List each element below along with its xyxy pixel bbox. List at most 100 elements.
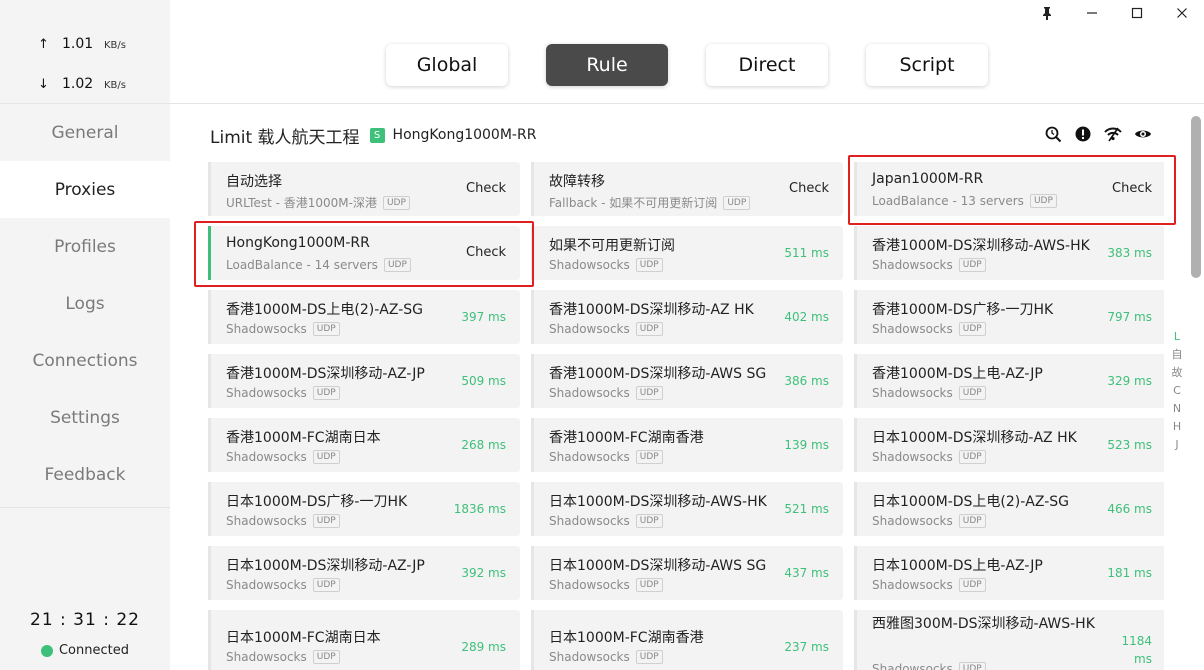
proxy-card[interactable]: 日本1000M-DS广移-一刀HK Shadowsocks UDP 1836 ms [208, 482, 520, 536]
latency-label[interactable]: 383 ms [1107, 246, 1152, 260]
sidebar-item-logs[interactable]: Logs [0, 275, 170, 332]
index-letter[interactable]: 故 [1170, 364, 1184, 382]
proxy-meta: Shadowsocks UDP [872, 662, 986, 670]
proxy-meta: Shadowsocks UDP [549, 258, 663, 272]
maximize-icon[interactable] [1114, 0, 1159, 26]
eye-icon[interactable] [1134, 125, 1152, 143]
proxy-name: 如果不可用更新订阅 [549, 238, 675, 254]
card-indicator [854, 290, 857, 344]
window-controls [1024, 0, 1204, 26]
index-letter[interactable]: H [1170, 418, 1184, 436]
proxy-card[interactable]: 香港1000M-DS深圳移动-AWS-HK Shadowsocks UDP 383… [854, 226, 1164, 280]
proxy-card[interactable]: 日本1000M-DS上电-AZ-JP Shadowsocks UDP 181 ms [854, 546, 1164, 600]
check-button[interactable]: Check [1112, 181, 1152, 196]
download-unit: KB/s [104, 80, 126, 91]
proxy-card[interactable]: 日本1000M-FC湖南日本 Shadowsocks UDP 289 ms [208, 610, 520, 670]
proxy-card[interactable]: 香港1000M-DS深圳移动-AWS SG Shadowsocks UDP 386… [531, 354, 843, 408]
latency-label[interactable]: 386 ms [784, 374, 829, 388]
latency-label[interactable]: 402 ms [784, 310, 829, 324]
latency-label[interactable]: 521 ms [784, 502, 829, 516]
index-letter[interactable]: N [1170, 400, 1184, 418]
sidebar-item-profiles[interactable]: Profiles [0, 218, 170, 275]
latency-label[interactable]: 1836 ms [454, 502, 506, 516]
sidebar-item-feedback[interactable]: Feedback [0, 446, 170, 503]
index-letter[interactable]: 自 [1170, 346, 1184, 364]
latency-label[interactable]: 181 ms [1107, 566, 1152, 580]
proxy-card[interactable]: 西雅图300M-DS深圳移动-AWS-HK Shadowsocks UDP 118… [854, 610, 1164, 670]
alert-icon[interactable] [1074, 125, 1092, 143]
sidebar-item-settings[interactable]: Settings [0, 389, 170, 446]
proxy-card[interactable]: 香港1000M-FC湖南香港 Shadowsocks UDP 139 ms [531, 418, 843, 472]
udp-badge: UDP [958, 578, 986, 592]
proxy-card[interactable]: 香港1000M-DS上电(2)-AZ-SG Shadowsocks UDP 397… [208, 290, 520, 344]
check-button[interactable]: Check [789, 181, 829, 196]
proxy-type: Shadowsocks [549, 578, 630, 592]
proxy-card[interactable]: 香港1000M-FC湖南日本 Shadowsocks UDP 268 ms [208, 418, 520, 472]
latency-label[interactable]: 289 ms [461, 640, 506, 654]
card-indicator [531, 162, 534, 216]
latency-label[interactable]: 437 ms [784, 566, 829, 580]
latency-label[interactable]: 397 ms [461, 310, 506, 324]
latency-label[interactable]: 797 ms [1107, 310, 1152, 324]
upload-unit: KB/s [104, 40, 126, 51]
proxy-name: 日本1000M-FC湖南香港 [549, 630, 704, 646]
check-button[interactable]: Check [466, 245, 506, 260]
proxy-card[interactable]: 自动选择 URLTest - 香港1000M-深港 UDP Check [208, 162, 520, 216]
close-icon[interactable] [1159, 0, 1204, 26]
proxy-card[interactable]: 日本1000M-FC湖南香港 Shadowsocks UDP 237 ms [531, 610, 843, 670]
proxy-type: Shadowsocks [872, 662, 953, 670]
proxy-card[interactable]: 日本1000M-DS深圳移动-AZ HK Shadowsocks UDP 523 … [854, 418, 1164, 472]
proxy-card-selected[interactable]: HongKong1000M-RR LoadBalance - 14 server… [208, 226, 520, 280]
proxy-meta: Shadowsocks UDP [549, 450, 663, 464]
latency-label[interactable]: 523 ms [1107, 438, 1152, 452]
mode-direct-button[interactable]: Direct [706, 44, 828, 86]
proxy-card[interactable]: 香港1000M-DS上电-AZ-JP Shadowsocks UDP 329 ms [854, 354, 1164, 408]
proxy-card[interactable]: 故障转移 Fallback - 如果不可用更新订阅 UDP Check [531, 162, 843, 216]
latency-label[interactable]: 329 ms [1107, 374, 1152, 388]
latency-label[interactable]: 511 ms [784, 246, 829, 260]
proxy-card[interactable]: Japan1000M-RR LoadBalance - 13 servers UD… [854, 162, 1164, 216]
proxy-card[interactable]: 香港1000M-DS广移-一刀HK Shadowsocks UDP 797 ms [854, 290, 1164, 344]
proxy-card[interactable]: 香港1000M-DS深圳移动-AZ HK Shadowsocks UDP 402 … [531, 290, 843, 344]
scrollbar-thumb[interactable] [1191, 116, 1201, 278]
latency-search-icon[interactable] [1044, 125, 1062, 143]
wifi-test-icon[interactable] [1104, 125, 1122, 143]
sidebar-item-general[interactable]: General [0, 104, 170, 161]
mode-rule-button[interactable]: Rule [546, 44, 668, 86]
mode-global-button[interactable]: Global [386, 44, 508, 86]
udp-badge: UDP [635, 650, 663, 664]
index-letter[interactable]: J [1170, 436, 1184, 454]
card-indicator [854, 546, 857, 600]
minimize-icon[interactable] [1069, 0, 1114, 26]
check-button[interactable]: Check [466, 181, 506, 196]
latency-label[interactable]: 268 ms [461, 438, 506, 452]
sidebar-item-proxies[interactable]: Proxies [0, 161, 170, 218]
proxy-card[interactable]: 日本1000M-DS深圳移动-AWS-HK Shadowsocks UDP 521… [531, 482, 843, 536]
latency-label[interactable]: 139 ms [784, 438, 829, 452]
udp-badge: UDP [635, 450, 663, 464]
proxy-name: 香港1000M-DS深圳移动-AZ HK [549, 302, 754, 318]
proxy-card[interactable]: 香港1000M-DS深圳移动-AZ-JP Shadowsocks UDP 509 … [208, 354, 520, 408]
udp-badge: UDP [312, 578, 340, 592]
sidebar-item-connections[interactable]: Connections [0, 332, 170, 389]
proxy-card[interactable]: 日本1000M-DS深圳移动-AZ-JP Shadowsocks UDP 392 … [208, 546, 520, 600]
proxy-card[interactable]: 如果不可用更新订阅 Shadowsocks UDP 511 ms [531, 226, 843, 280]
latency-label[interactable]: 1184 ms [1120, 632, 1152, 668]
sidebar: ↑ 1.01 KB/s ↓ 1.02 KB/s General Proxies … [0, 0, 170, 670]
proxy-type: Shadowsocks [872, 514, 953, 528]
udp-badge: UDP [958, 386, 986, 400]
pin-icon[interactable] [1024, 0, 1069, 26]
latency-label[interactable]: 392 ms [461, 566, 506, 580]
proxy-name: 香港1000M-DS广移-一刀HK [872, 302, 1054, 318]
latency-label[interactable]: 466 ms [1107, 502, 1152, 516]
connection-status: Connected [0, 643, 170, 658]
mode-script-button[interactable]: Script [866, 44, 988, 86]
proxy-card[interactable]: 日本1000M-DS深圳移动-AWS SG Shadowsocks UDP 437… [531, 546, 843, 600]
proxy-card[interactable]: 日本1000M-DS上电(2)-AZ-SG Shadowsocks UDP 466… [854, 482, 1164, 536]
latency-label[interactable]: 509 ms [461, 374, 506, 388]
card-indicator [531, 418, 534, 472]
index-letter[interactable]: C [1170, 382, 1184, 400]
index-letter[interactable]: L [1170, 328, 1184, 346]
latency-label[interactable]: 237 ms [784, 640, 829, 654]
udp-badge: UDP [312, 650, 340, 664]
